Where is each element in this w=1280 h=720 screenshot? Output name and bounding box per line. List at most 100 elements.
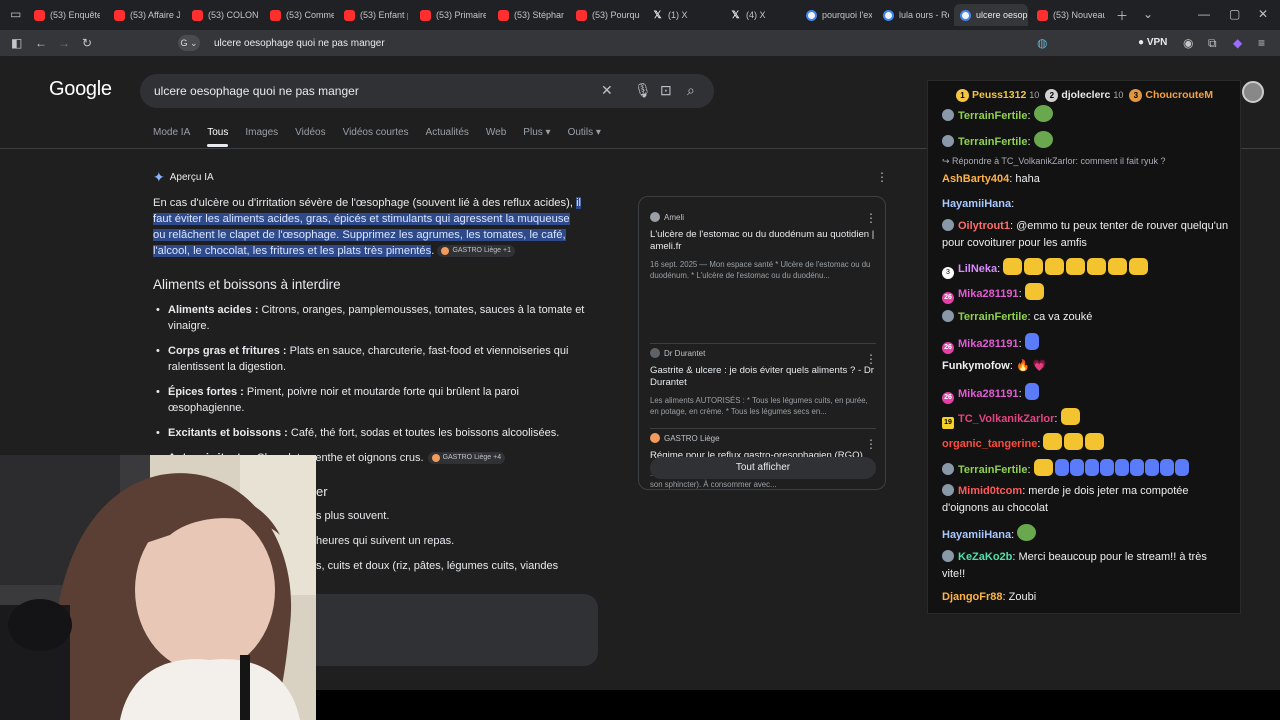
- blue-emote-icon: [1084, 459, 1099, 476]
- avatar[interactable]: [1242, 81, 1264, 103]
- reload-icon[interactable]: ↻: [82, 35, 92, 51]
- browser-tab[interactable]: (53) Stéphane...: [492, 4, 564, 26]
- extensions-icon[interactable]: ⧉: [1208, 35, 1217, 51]
- ask-followup-box[interactable]: [316, 594, 598, 666]
- show-all-button[interactable]: Tout afficher: [650, 457, 876, 479]
- chat-username[interactable]: Mika281191: [958, 338, 1019, 350]
- browser-tab[interactable]: pourquoi l'ext...: [800, 4, 872, 26]
- ai-overview-intro: En cas d'ulcère ou d'irritation sévère d…: [153, 195, 585, 259]
- reply-context: ↪ Répondre à TC_VolkanikZarlor: comment …: [942, 156, 1166, 166]
- tab-3[interactable]: Vidéos: [295, 127, 325, 138]
- chat-username[interactable]: TerrainFertile: [958, 464, 1028, 476]
- chat-username[interactable]: HayamiiHana: [942, 198, 1011, 210]
- source-chip[interactable]: GASTRO Liège +4: [427, 452, 506, 465]
- tab-0[interactable]: Mode IA: [153, 127, 190, 138]
- tab-8[interactable]: Outils ▾: [568, 127, 601, 138]
- chat-username[interactable]: TerrainFertile: [958, 136, 1028, 148]
- tab-2[interactable]: Images: [245, 127, 278, 138]
- tab-search-icon[interactable]: ▭: [10, 7, 21, 21]
- chat-username[interactable]: KeZaKo2b: [958, 551, 1012, 563]
- chat-username[interactable]: organic_tangerine: [942, 438, 1037, 450]
- clear-icon[interactable]: ✕: [601, 82, 613, 99]
- browser-tab[interactable]: (53) Commen...: [264, 4, 334, 26]
- globe-icon[interactable]: ◍: [1037, 35, 1047, 51]
- tab-list-chevron-icon[interactable]: ⌄: [1143, 7, 1153, 21]
- chat-username[interactable]: TerrainFertile: [958, 110, 1028, 122]
- ai-icon[interactable]: ◆: [1233, 35, 1242, 51]
- browser-tab[interactable]: ulcere oesoph...✕: [954, 4, 1028, 26]
- back-icon[interactable]: ←: [35, 35, 47, 51]
- divider: [650, 428, 876, 429]
- chat-username[interactable]: LilNeka: [958, 263, 997, 275]
- leaderboard-entry: 1 Peuss1312 10: [956, 88, 1039, 102]
- chat-username[interactable]: Mika281191: [958, 388, 1019, 400]
- address-url[interactable]: ulcere oesophage quoi ne pas manger: [214, 38, 385, 49]
- new-tab-icon[interactable]: ＋: [1116, 7, 1128, 24]
- chat-username[interactable]: Funkymofow: [942, 360, 1010, 372]
- chat-username[interactable]: HayamiiHana: [942, 529, 1011, 541]
- chat-username[interactable]: Mika281191: [958, 288, 1019, 300]
- cat-emote-icon: [1108, 258, 1128, 275]
- tab-7[interactable]: Plus ▾: [523, 127, 550, 138]
- tab-5[interactable]: Actualités: [426, 127, 469, 138]
- address-bar[interactable]: G ⌄ ulcere oesophage quoi ne pas manger: [178, 33, 1058, 53]
- gastro-liege-icon: [441, 247, 450, 256]
- chat-message: AshBarty404: haha: [942, 171, 1232, 188]
- forward-icon[interactable]: →: [58, 35, 70, 51]
- chat-username[interactable]: TerrainFertile: [958, 311, 1028, 323]
- browser-tab[interactable]: (53) Pourquoi...: [570, 4, 640, 26]
- browser-tab[interactable]: (53) COLONEL...: [186, 4, 258, 26]
- vpn-button[interactable]: ● VPN: [1138, 37, 1167, 48]
- cat-emote-icon: [1033, 459, 1053, 476]
- chat-text: : haha: [1009, 173, 1040, 185]
- tab-label: (53) Pourquoi...: [592, 10, 640, 20]
- browser-tab[interactable]: (53) Enfant pe...: [338, 4, 408, 26]
- google-logo[interactable]: Google: [49, 78, 112, 101]
- browser-tab[interactable]: (53) Affaire Je...: [108, 4, 180, 26]
- chat-username[interactable]: Oilytrout1: [958, 220, 1010, 232]
- chat-username[interactable]: AshBarty404: [942, 173, 1009, 185]
- account-icon[interactable]: ◉: [1183, 35, 1193, 51]
- chat-username[interactable]: TC_VolkanikZarlor: [958, 413, 1054, 425]
- tab-label: (53) Nouveau...: [1053, 10, 1105, 20]
- browser-tab[interactable]: (53) Primaire: [414, 4, 486, 26]
- blue-emote-icon: [1024, 333, 1039, 350]
- sidebar-toggle-icon[interactable]: ◧: [11, 35, 22, 51]
- sparkle-icon: ✦: [153, 169, 165, 185]
- source-more-icon[interactable]: ⋮: [865, 352, 877, 366]
- source-title[interactable]: Gastrite & ulcere : je dois éviter quels…: [650, 365, 876, 389]
- robot-badge-icon: [942, 109, 954, 121]
- tab-6[interactable]: Web: [486, 127, 506, 138]
- source-more-icon[interactable]: ⋮: [865, 437, 877, 451]
- source-card-2[interactable]: Dr Durantet Gastrite & ulcere : je dois …: [650, 348, 876, 417]
- google-icon[interactable]: G ⌄: [178, 35, 200, 51]
- leaderboard-name: ChoucrouteM: [1145, 88, 1214, 101]
- source-more-icon[interactable]: ⋮: [865, 211, 877, 225]
- search-box[interactable]: ulcere oesophage quoi ne pas manger ✕ 🎙 …: [140, 74, 714, 108]
- microphone-icon[interactable]: 🎙: [634, 82, 652, 99]
- chat-username[interactable]: Mimid0tcom: [958, 485, 1022, 497]
- maximize-icon[interactable]: ▢: [1229, 7, 1240, 21]
- browser-tab[interactable]: (53) Enquête...: [28, 4, 100, 26]
- menu-icon[interactable]: ≡: [1258, 35, 1265, 51]
- search-icon[interactable]: ⌕: [687, 82, 695, 99]
- close-window-icon[interactable]: ✕: [1258, 7, 1268, 21]
- streamer-webcam-image: [0, 455, 316, 720]
- lens-icon[interactable]: ⊡: [660, 82, 672, 99]
- search-input[interactable]: ulcere oesophage quoi ne pas manger: [154, 84, 359, 98]
- cat-emote-icon: [1045, 258, 1065, 275]
- browser-tab[interactable]: 𝕏 (1) X: [646, 4, 718, 26]
- chat-text: : 🔥 💗: [1009, 360, 1047, 372]
- browser-tab[interactable]: lula ours - Re...: [877, 4, 949, 26]
- tab-4[interactable]: Vidéos courtes: [343, 127, 409, 138]
- minimize-icon[interactable]: —: [1198, 7, 1210, 21]
- chat-message: TerrainFertile: ca va zouké: [942, 309, 1232, 326]
- chat-username[interactable]: DjangoFr88: [942, 591, 1003, 603]
- browser-tab[interactable]: (53) Nouveau...: [1031, 4, 1105, 26]
- source-title[interactable]: L'ulcère de l'estomac ou du duodénum au …: [650, 229, 876, 253]
- source-chip[interactable]: GASTRO Liège +1: [437, 245, 515, 258]
- tab-1[interactable]: Tous: [207, 127, 229, 147]
- browser-tab[interactable]: 𝕏 (4) X: [724, 4, 794, 26]
- ai-more-icon[interactable]: ⋮: [876, 170, 888, 184]
- source-card-1[interactable]: Ameli L'ulcère de l'estomac ou du duodén…: [650, 212, 876, 281]
